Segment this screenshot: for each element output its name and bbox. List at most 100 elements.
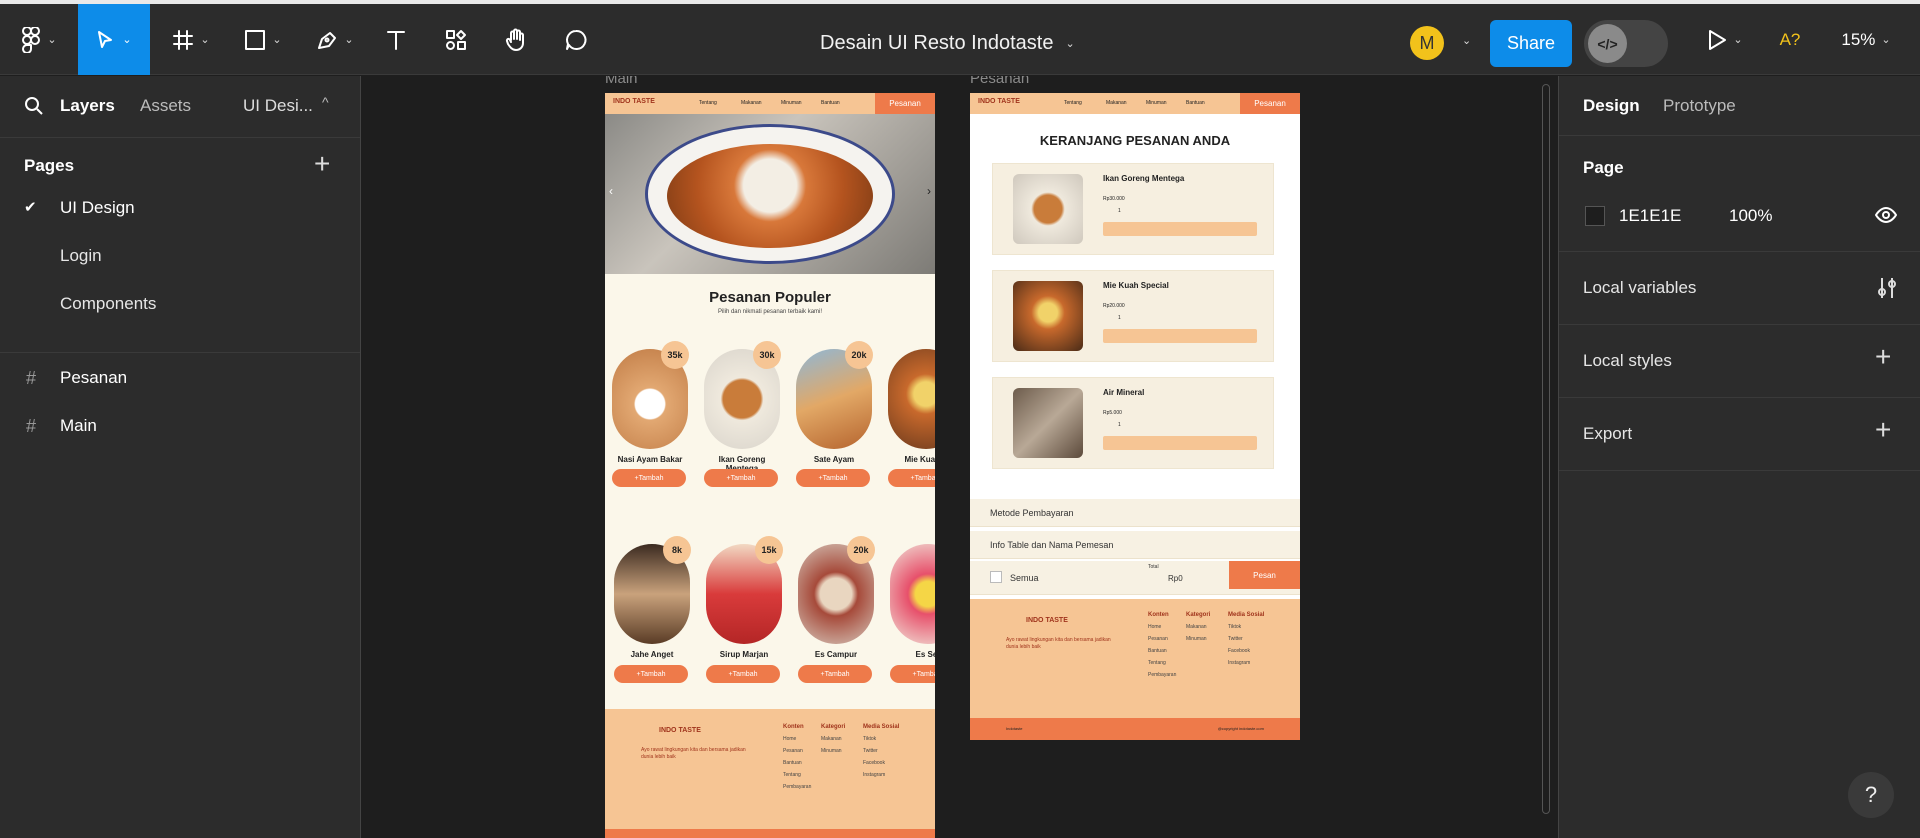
main-frame[interactable]: INDO TASTE Tentang Makanan Minuman Bantu… — [605, 93, 935, 838]
search-icon[interactable] — [24, 96, 44, 116]
page-item-components[interactable]: Components — [0, 284, 360, 324]
dev-mode-toggle[interactable]: </> — [1584, 20, 1668, 67]
page-section-title: Page — [1583, 158, 1624, 177]
page-label: Login — [60, 246, 102, 265]
cart-item-price: Rp20.000 — [1103, 303, 1125, 309]
footer-link: Makanan — [821, 736, 842, 742]
add-style-icon[interactable]: + — [1875, 341, 1891, 373]
nav-link: Bantuan — [821, 100, 840, 106]
frame-tool-button[interactable]: ⌄ — [166, 4, 216, 75]
tab-assets[interactable]: Assets — [140, 96, 191, 116]
page-color-value[interactable]: 1E1E1E — [1619, 206, 1681, 226]
footer-link: Facebook — [863, 760, 885, 766]
shape-tool-button[interactable]: ⌄ — [238, 4, 288, 75]
chevron-up-icon[interactable]: ^ — [322, 94, 329, 110]
footer-column: Media Sosial Tiktok Twitter Facebook Ins… — [863, 721, 899, 781]
page-color-swatch[interactable] — [1585, 206, 1605, 226]
cart-item-qty: 1 — [1118, 315, 1121, 321]
variables-icon[interactable] — [1877, 276, 1897, 300]
file-title[interactable]: Desain UI Resto Indotaste ⌄ — [820, 8, 1075, 79]
pen-tool-button[interactable]: ⌄ — [310, 4, 360, 75]
zoom-control[interactable]: 15% ⌄ — [1836, 4, 1896, 75]
tab-design[interactable]: Design — [1583, 96, 1640, 116]
nav-link: Minuman — [781, 100, 802, 106]
footer-copyright: @copyright indotaste.com — [1217, 726, 1264, 731]
layer-label: Main — [60, 416, 97, 435]
avatar[interactable]: M — [1410, 26, 1444, 60]
page-item-login[interactable]: Login — [0, 236, 360, 276]
frame-label-main[interactable]: Main — [605, 76, 638, 87]
page-item-ui-design[interactable]: ✔ UI Design — [0, 188, 360, 228]
footer-link: Home — [783, 736, 797, 742]
pesanan-frame[interactable]: INDO TASTE Tentang Makanan Minuman Bantu… — [970, 93, 1300, 740]
price-badge: 8k — [663, 536, 691, 564]
eye-icon[interactable] — [1875, 207, 1897, 223]
cursor-icon — [98, 30, 113, 48]
cart-item: Air Mineral Rp5.000 1 — [992, 377, 1274, 469]
add-item-button: +Tambah — [614, 665, 688, 683]
cart-item: Ikan Goreng Mentega Rp30.000 1 — [992, 163, 1274, 255]
add-page-icon[interactable]: + — [314, 148, 330, 180]
share-button[interactable]: Share — [1490, 20, 1572, 67]
layer-item-main[interactable]: # Main — [0, 406, 360, 446]
local-variables-row[interactable]: Local variables — [1559, 252, 1920, 325]
toolbar: ⌄ ⌄ ⌄ ⌄ ⌄ Desain UI Resto Indotaste ⌄ M ⌄… — [0, 4, 1920, 75]
frame-label-pesanan[interactable]: Pesanan — [970, 76, 1029, 87]
chevron-down-icon: ⌄ — [272, 34, 282, 46]
add-item-button: +Tambah — [704, 469, 778, 487]
cart-item-name: Air Mineral — [1103, 388, 1145, 397]
canvas[interactable]: Main Pesanan INDO TASTE Tentang Makanan … — [362, 76, 1558, 838]
chevron-down-icon: ⌄ — [47, 34, 57, 46]
footer-column-title: Media Sosial — [1228, 612, 1265, 618]
text-icon — [387, 30, 405, 50]
footer-column: Konten Home Pesanan Bantuan Tentang Pemb… — [1148, 609, 1176, 681]
cart-item-image — [1013, 388, 1083, 458]
cart-item-name: Mie Kuah Special — [1103, 281, 1169, 290]
hand-tool-button[interactable] — [500, 4, 532, 75]
canvas-scrollbar[interactable] — [1542, 84, 1550, 814]
footer-link: Makanan — [1186, 624, 1207, 630]
export-row[interactable]: Export + — [1559, 398, 1920, 471]
footer-tagline: Ayo rawat lingkungan kita dan bersama ja… — [641, 747, 746, 760]
frame-hash-icon: # — [26, 416, 37, 436]
frame-hash-icon — [173, 29, 194, 50]
main-menu-button[interactable]: ⌄ — [14, 4, 64, 75]
price-badge: 35k — [661, 341, 689, 369]
ai-button[interactable]: A? — [1772, 4, 1808, 75]
chevron-down-icon[interactable]: ⌄ — [1462, 34, 1471, 47]
menu-item-name: Jahe Anget — [630, 650, 674, 659]
page-selector[interactable]: UI Desi... — [243, 96, 313, 116]
page-opacity-value[interactable]: 100% — [1729, 206, 1772, 226]
price-badge: 20k — [845, 341, 873, 369]
frame-navbar: INDO TASTE Tentang Makanan Minuman Bantu… — [970, 93, 1300, 114]
footer-link: Instagram — [863, 772, 886, 778]
present-button[interactable]: ⌄ — [1700, 4, 1750, 75]
move-tool-button[interactable]: ⌄ — [78, 4, 150, 75]
local-styles-label: Local styles — [1583, 351, 1672, 370]
chevron-down-icon: ⌄ — [1065, 38, 1075, 50]
footer-link: Pembayaran — [1148, 672, 1177, 678]
footer-link: Pesanan — [783, 748, 803, 754]
layer-label: Pesanan — [60, 368, 128, 387]
nav-link: Tentang — [699, 100, 717, 106]
local-styles-row[interactable]: Local styles + — [1559, 325, 1920, 398]
resources-button[interactable] — [440, 4, 472, 75]
comment-tool-button[interactable] — [560, 4, 592, 75]
right-panel-tabs: Design Prototype — [1559, 76, 1920, 136]
tab-prototype[interactable]: Prototype — [1663, 96, 1736, 116]
footer-column: Media Sosial Tiktok Twitter Facebook Ins… — [1228, 609, 1264, 669]
payment-method-row: Metode Pembayaran — [970, 499, 1300, 527]
file-title-text: Desain UI Resto Indotaste — [820, 32, 1054, 54]
cart-item-name: Ikan Goreng Mentega — [1103, 174, 1185, 183]
figma-logo-icon — [22, 26, 41, 53]
footer-link: Pembayaran — [783, 784, 812, 790]
menu-item-name: Nasi Ayam Bakar — [617, 455, 683, 464]
help-button[interactable]: ? — [1848, 772, 1894, 818]
tab-layers[interactable]: Layers — [60, 96, 115, 116]
zoom-level: 15% — [1841, 29, 1876, 49]
layer-item-pesanan[interactable]: # Pesanan — [0, 358, 360, 398]
add-export-icon[interactable]: + — [1875, 414, 1891, 446]
text-tool-button[interactable] — [380, 4, 412, 75]
cart-item-qty: 1 — [1118, 208, 1121, 214]
chevron-down-icon: ⌄ — [122, 34, 132, 46]
